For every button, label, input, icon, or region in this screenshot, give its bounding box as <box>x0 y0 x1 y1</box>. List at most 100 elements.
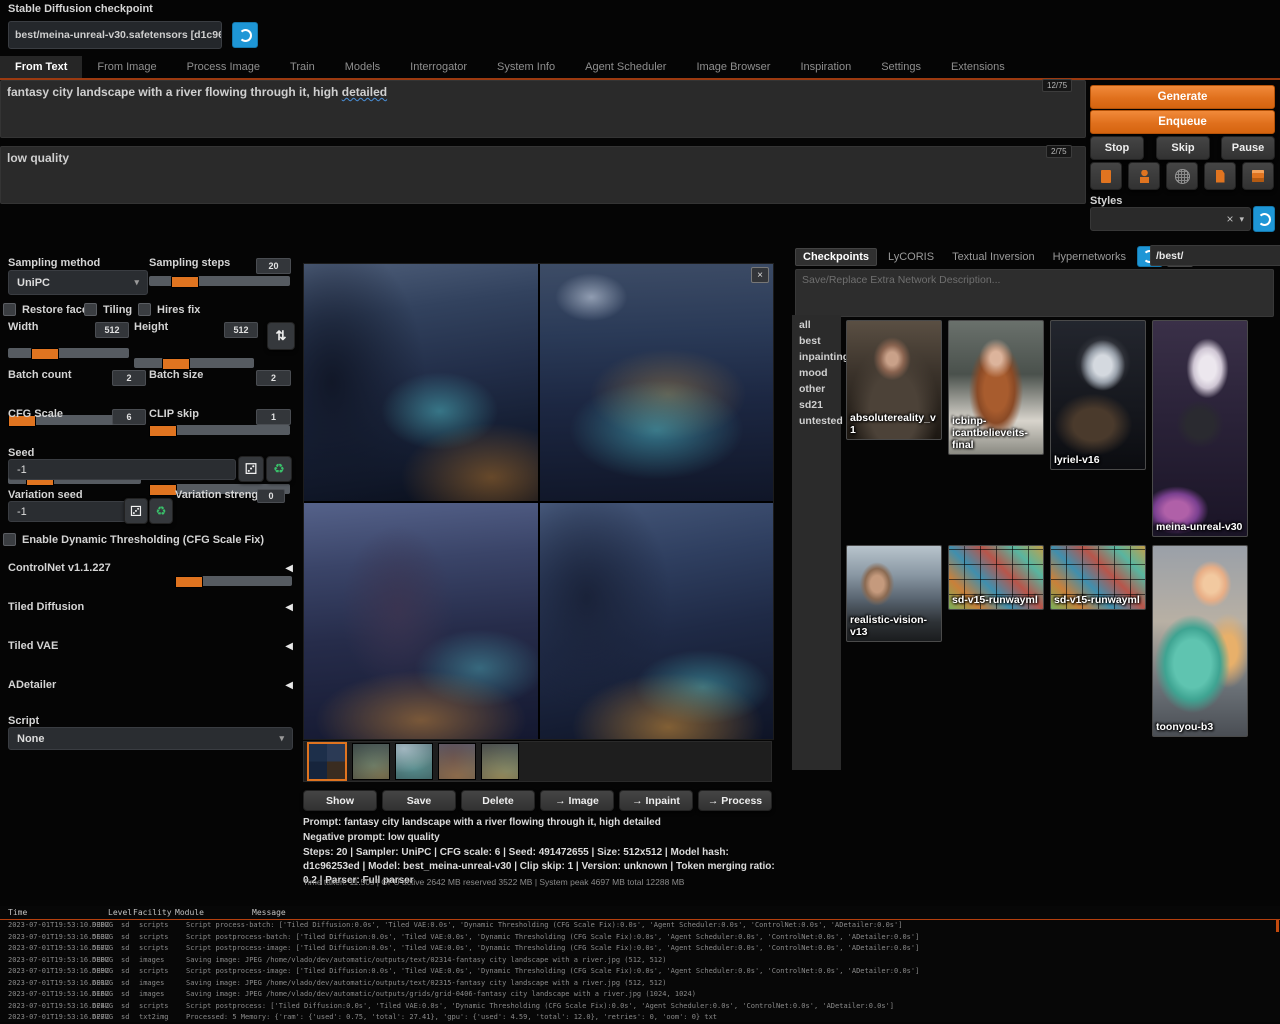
skip-button[interactable]: Skip <box>1156 136 1210 160</box>
positive-prompt-input[interactable]: fantasy city landscape with a river flow… <box>0 80 1086 138</box>
thumbnail-1[interactable] <box>352 743 390 780</box>
thumbnail-2[interactable] <box>395 743 433 780</box>
result-image-3[interactable] <box>304 503 538 740</box>
category-inpainting[interactable]: inpainting <box>792 349 841 365</box>
model-card[interactable]: toonyou-b3 <box>1152 545 1248 737</box>
checkbox-icon[interactable] <box>138 303 151 316</box>
tab-from-text[interactable]: From Text <box>0 56 82 78</box>
model-card[interactable]: absolutereality_v1 <box>846 320 942 440</box>
batch-count-value[interactable]: 2 <box>112 370 146 386</box>
enqueue-button[interactable]: Enqueue <box>1090 110 1275 134</box>
height-value[interactable]: 512 <box>224 322 258 338</box>
category-mood[interactable]: mood <box>792 365 841 381</box>
tab-train[interactable]: Train <box>275 56 330 78</box>
tab-lycoris[interactable]: LyCORIS <box>881 249 941 265</box>
model-card[interactable]: icbinp-icantbelieveits-final <box>948 320 1044 455</box>
tab-system-info[interactable]: System Info <box>482 56 570 78</box>
reuse-seed-button[interactable]: ♻ <box>266 456 292 482</box>
checkpoint-dropdown[interactable]: best/meina-unreal-v30.safetensors [d1c96… <box>8 21 222 49</box>
tab-models[interactable]: Models <box>330 56 395 78</box>
accordion-controlnet[interactable]: ControlNet v1.1.227 ◀ <box>8 562 293 574</box>
tab-process-image[interactable]: Process Image <box>172 56 275 78</box>
script-dropdown[interactable]: None ▾ <box>8 727 293 750</box>
width-slider[interactable] <box>8 348 129 358</box>
accordion-adetailer[interactable]: ADetailer ◀ <box>8 679 293 691</box>
send-to-inpaint-button[interactable]: → Inpaint <box>619 790 693 811</box>
cfg-scale-value[interactable]: 6 <box>112 409 146 425</box>
variation-seed-input[interactable]: -1 <box>8 501 134 522</box>
thumbnail-3[interactable] <box>438 743 476 780</box>
stop-button[interactable]: Stop <box>1090 136 1144 160</box>
batch-size-value[interactable]: 2 <box>256 370 291 386</box>
tiling-checkbox-row[interactable]: Tiling <box>84 303 132 316</box>
checkpoint-refresh-button[interactable] <box>232 22 258 48</box>
tab-inspiration[interactable]: Inspiration <box>785 56 866 78</box>
tab-settings[interactable]: Settings <box>866 56 936 78</box>
sampling-method-dropdown[interactable]: UniPC ▾ <box>8 270 148 295</box>
height-slider[interactable] <box>134 358 254 368</box>
prompt-file-button[interactable] <box>1204 162 1236 190</box>
thumbnail-4[interactable] <box>481 743 519 780</box>
log-scrollbar[interactable] <box>1276 920 1279 932</box>
apply-style-button[interactable] <box>1128 162 1160 190</box>
generate-button[interactable]: Generate <box>1090 85 1275 109</box>
tab-textual-inversion[interactable]: Textual Inversion <box>945 249 1042 265</box>
tab-checkpoints[interactable]: Checkpoints <box>795 248 877 266</box>
paste-params-button[interactable] <box>1090 162 1122 190</box>
reuse-variation-seed-button[interactable]: ♻ <box>149 498 173 524</box>
show-button[interactable]: Show <box>303 790 377 811</box>
clear-icon[interactable]: × <box>1226 212 1233 226</box>
checkbox-icon[interactable] <box>84 303 97 316</box>
restore-faces-checkbox-row[interactable]: Restore faces <box>3 303 94 316</box>
category-sd21[interactable]: sd21 <box>792 397 841 413</box>
tab-agent-scheduler[interactable]: Agent Scheduler <box>570 56 681 78</box>
tab-hypernetworks[interactable]: Hypernetworks <box>1046 249 1133 265</box>
send-to-image-button[interactable]: → Image <box>540 790 614 811</box>
checkbox-icon[interactable] <box>3 533 16 546</box>
tab-image-browser[interactable]: Image Browser <box>681 56 785 78</box>
variation-strength-value[interactable]: 0 <box>257 489 285 503</box>
styles-refresh-button[interactable] <box>1253 206 1275 232</box>
checkbox-icon[interactable] <box>3 303 16 316</box>
thumbnail-grid[interactable] <box>307 742 347 781</box>
tab-from-image[interactable]: From Image <box>82 56 171 78</box>
save-button[interactable]: Save <box>382 790 456 811</box>
save-style-button[interactable] <box>1242 162 1274 190</box>
send-to-process-button[interactable]: → Process <box>698 790 772 811</box>
accordion-tiled-diffusion[interactable]: Tiled Diffusion ◀ <box>8 601 293 613</box>
model-card[interactable]: lyriel-v16 <box>1050 320 1146 470</box>
clip-skip-value[interactable]: 1 <box>256 409 291 425</box>
tab-extensions[interactable]: Extensions <box>936 56 1020 78</box>
model-card[interactable]: meina-unreal-v30 <box>1152 320 1248 537</box>
batch-size-slider[interactable] <box>149 425 290 435</box>
model-card[interactable]: realistic-vision-v13 <box>846 545 942 642</box>
width-value[interactable]: 512 <box>95 322 129 338</box>
random-variation-seed-button[interactable]: ⚂ <box>124 498 148 524</box>
category-untested[interactable]: untested <box>792 413 841 429</box>
category-best[interactable]: best <box>792 333 841 349</box>
sampling-steps-slider[interactable] <box>149 276 290 286</box>
delete-button[interactable]: Delete <box>461 790 535 811</box>
extra-networks-button[interactable] <box>1166 162 1198 190</box>
variation-strength-slider[interactable] <box>175 576 292 586</box>
model-card[interactable]: sd-v15-runwayml <box>1050 545 1146 610</box>
dynamic-thresholding-checkbox-row[interactable]: Enable Dynamic Thresholding (CFG Scale F… <box>3 533 264 546</box>
negative-prompt-input[interactable]: low quality <box>0 146 1086 204</box>
category-all[interactable]: all <box>792 317 841 333</box>
tab-interrogator[interactable]: Interrogator <box>395 56 482 78</box>
model-card[interactable]: sd-v15-runwayml <box>948 545 1044 610</box>
category-other[interactable]: other <box>792 381 841 397</box>
hires-fix-checkbox-row[interactable]: Hires fix <box>138 303 200 316</box>
network-description-input[interactable]: Save/Replace Extra Network Description..… <box>795 269 1274 317</box>
seed-input[interactable]: -1 <box>8 459 236 480</box>
pause-button[interactable]: Pause <box>1221 136 1275 160</box>
result-image-4[interactable] <box>540 503 774 740</box>
close-icon[interactable]: × <box>751 267 769 283</box>
networks-search-input[interactable] <box>1150 245 1280 266</box>
result-image-2[interactable] <box>540 264 774 501</box>
sampling-steps-value[interactable]: 20 <box>256 258 291 274</box>
random-seed-button[interactable]: ⚂ <box>238 456 264 482</box>
swap-dimensions-button[interactable]: ⇅ <box>267 322 295 350</box>
result-image-1[interactable] <box>304 264 538 501</box>
accordion-tiled-vae[interactable]: Tiled VAE ◀ <box>8 640 293 652</box>
